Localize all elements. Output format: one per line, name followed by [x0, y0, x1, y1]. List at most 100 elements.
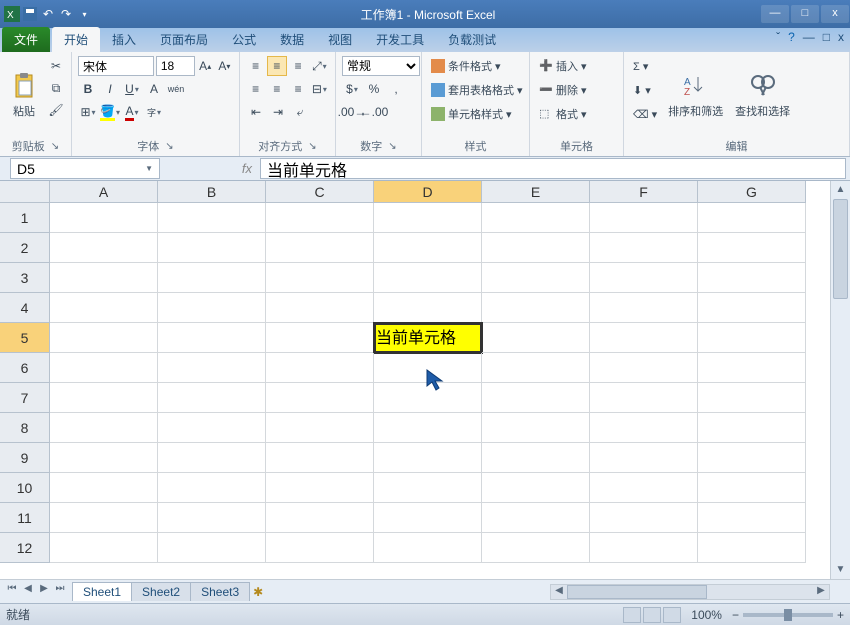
fx-icon[interactable]: fx	[242, 161, 252, 176]
sheet-nav-first[interactable]: ⏮	[4, 583, 20, 601]
phonetic-button[interactable]: A	[144, 79, 164, 99]
col-header-F[interactable]: F	[590, 181, 698, 203]
cell-F2[interactable]	[590, 233, 698, 263]
view-normal-button[interactable]	[623, 607, 641, 623]
cell-E1[interactable]	[482, 203, 590, 233]
cell-E11[interactable]	[482, 503, 590, 533]
row-header-8[interactable]: 8	[0, 413, 50, 443]
cell-A11[interactable]	[50, 503, 158, 533]
orientation-icon[interactable]: ⤢	[310, 56, 329, 76]
close-button[interactable]: x	[821, 5, 849, 23]
font-size-combo[interactable]: 18	[156, 56, 195, 76]
clipboard-launcher[interactable]: ↘	[51, 141, 59, 152]
cell-F9[interactable]	[590, 443, 698, 473]
cell-A8[interactable]	[50, 413, 158, 443]
tab-pagelayout[interactable]: 页面布局	[148, 27, 220, 52]
cell-G3[interactable]	[698, 263, 806, 293]
cell-F7[interactable]	[590, 383, 698, 413]
view-pagelayout-button[interactable]	[643, 607, 661, 623]
win-min-icon[interactable]: —	[803, 30, 815, 44]
insert-cells-button[interactable]: ➕插入 ▾	[536, 56, 617, 76]
maximize-button[interactable]: □	[791, 5, 819, 23]
cell-G6[interactable]	[698, 353, 806, 383]
format-cells-button[interactable]: ⬚格式 ▾	[536, 104, 617, 124]
cell-A7[interactable]	[50, 383, 158, 413]
cell-F3[interactable]	[590, 263, 698, 293]
tab-dev[interactable]: 开发工具	[364, 27, 436, 52]
cell-B12[interactable]	[158, 533, 266, 563]
cell-F10[interactable]	[590, 473, 698, 503]
tab-home[interactable]: 开始	[52, 27, 100, 52]
cell-G2[interactable]	[698, 233, 806, 263]
zoom-in-button[interactable]: +	[837, 608, 844, 622]
col-header-G[interactable]: G	[698, 181, 806, 203]
row-header-2[interactable]: 2	[0, 233, 50, 263]
cell-A5[interactable]	[50, 323, 158, 353]
cell-C6[interactable]	[266, 353, 374, 383]
worksheet-grid[interactable]: ABCDEFG 123456789101112 当前单元格	[0, 181, 830, 579]
sheet-nav-prev[interactable]: ◀	[20, 583, 36, 601]
sheet-nav-last[interactable]: ⏭	[52, 583, 68, 601]
align-right-icon[interactable]: ≡	[289, 79, 308, 99]
win-restore-icon[interactable]: □	[823, 30, 830, 44]
cell-D5[interactable]: 当前单元格	[374, 323, 482, 353]
cell-B11[interactable]	[158, 503, 266, 533]
grow-font-icon[interactable]: A▴	[197, 56, 214, 76]
row-header-1[interactable]: 1	[0, 203, 50, 233]
view-pagebreak-button[interactable]	[663, 607, 681, 623]
row-header-12[interactable]: 12	[0, 533, 50, 563]
row-header-7[interactable]: 7	[0, 383, 50, 413]
scroll-up-icon[interactable]: ▲	[831, 181, 850, 199]
cell-D3[interactable]	[374, 263, 482, 293]
row-header-11[interactable]: 11	[0, 503, 50, 533]
align-left-icon[interactable]: ≡	[246, 79, 265, 99]
save-icon[interactable]	[22, 6, 38, 22]
number-format-combo[interactable]: 常规	[342, 56, 420, 76]
zoom-level[interactable]: 100%	[691, 608, 722, 622]
accounting-icon[interactable]: $	[342, 79, 362, 99]
cell-A10[interactable]	[50, 473, 158, 503]
row-header-4[interactable]: 4	[0, 293, 50, 323]
align-middle-icon[interactable]: ≡	[267, 56, 286, 76]
cell-E7[interactable]	[482, 383, 590, 413]
cell-D4[interactable]	[374, 293, 482, 323]
cond-format-button[interactable]: 条件格式 ▾	[428, 56, 523, 76]
row-header-9[interactable]: 9	[0, 443, 50, 473]
align-center-icon[interactable]: ≡	[267, 79, 286, 99]
cell-G9[interactable]	[698, 443, 806, 473]
cell-B10[interactable]	[158, 473, 266, 503]
cell-G11[interactable]	[698, 503, 806, 533]
cell-A9[interactable]	[50, 443, 158, 473]
align-launcher[interactable]: ↘	[308, 141, 316, 152]
cell-E5[interactable]	[482, 323, 590, 353]
cell-C10[interactable]	[266, 473, 374, 503]
minimize-ribbon-icon[interactable]: ˇ	[776, 30, 780, 44]
cell-F12[interactable]	[590, 533, 698, 563]
cell-B9[interactable]	[158, 443, 266, 473]
cell-D6[interactable]	[374, 353, 482, 383]
cell-B2[interactable]	[158, 233, 266, 263]
bold-button[interactable]: B	[78, 79, 98, 99]
zoom-out-button[interactable]: −	[732, 608, 739, 622]
cut-icon[interactable]: ✂	[46, 56, 66, 76]
dec-indent-icon[interactable]: ⇤	[246, 102, 266, 122]
cell-F6[interactable]	[590, 353, 698, 383]
cell-E9[interactable]	[482, 443, 590, 473]
cell-C5[interactable]	[266, 323, 374, 353]
help-icon[interactable]: ?	[788, 30, 795, 44]
cell-A6[interactable]	[50, 353, 158, 383]
phonetic2-button[interactable]: wén	[166, 79, 186, 99]
name-box[interactable]: D5▼	[10, 158, 160, 179]
cell-D9[interactable]	[374, 443, 482, 473]
cell-G12[interactable]	[698, 533, 806, 563]
cell-E6[interactable]	[482, 353, 590, 383]
cell-G5[interactable]	[698, 323, 806, 353]
table-format-button[interactable]: 套用表格格式 ▾	[428, 80, 523, 100]
cell-C11[interactable]	[266, 503, 374, 533]
cell-E4[interactable]	[482, 293, 590, 323]
cell-A1[interactable]	[50, 203, 158, 233]
cell-A4[interactable]	[50, 293, 158, 323]
font-launcher[interactable]: ↘	[165, 141, 173, 152]
cell-A3[interactable]	[50, 263, 158, 293]
redo-icon[interactable]: ↷	[58, 6, 74, 22]
